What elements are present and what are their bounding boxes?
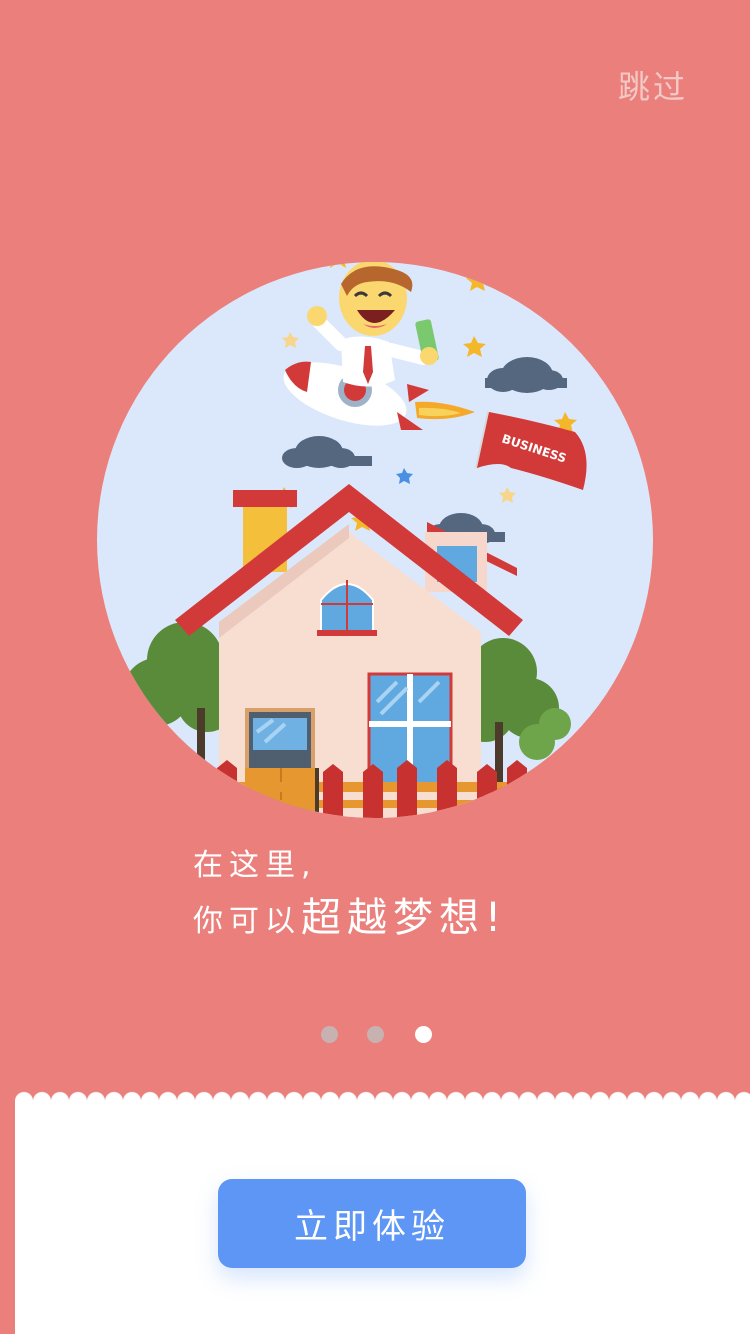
tagline-suffix: !: [485, 895, 508, 941]
page-dot-2[interactable]: [367, 1026, 384, 1043]
page-indicator: [0, 1026, 750, 1044]
page-dot-1[interactable]: [321, 1026, 338, 1043]
tagline-prefix: 你可以: [193, 904, 301, 939]
start-experience-button[interactable]: 立即体验: [218, 1179, 526, 1268]
hero-illustration: BUSINESS: [97, 262, 653, 818]
page-dot-3-active[interactable]: [415, 1026, 432, 1043]
tagline-line2: 你可以超越梦想!: [193, 889, 507, 951]
skip-button[interactable]: 跳过: [618, 62, 688, 108]
tagline: 在这里, 你可以超越梦想!: [193, 843, 507, 951]
tagline-line1: 在这里,: [193, 848, 317, 883]
tagline-emphasis: 超越梦想: [301, 895, 485, 941]
